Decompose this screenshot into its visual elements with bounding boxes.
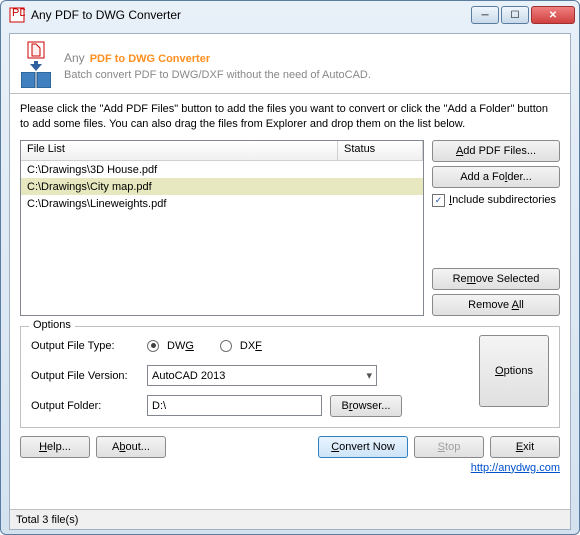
column-file[interactable]: File List	[21, 141, 338, 160]
file-list-item[interactable]: C:\Drawings\Lineweights.pdf	[21, 195, 423, 212]
radio-dxf[interactable]	[220, 340, 232, 352]
app-window: PDF Any PDF to DWG Converter ─ ☐ ✕ Any P…	[0, 0, 580, 535]
output-type-label: Output File Type:	[31, 340, 139, 352]
exit-button[interactable]: Exit	[490, 436, 560, 458]
options-group: Options Output File Type: DWG DXF Output…	[20, 326, 560, 428]
output-folder-input[interactable]: D:\	[147, 395, 322, 416]
options-legend: Options	[29, 319, 75, 331]
remove-selected-button[interactable]: Remove Selected	[432, 268, 560, 290]
output-folder-label: Output Folder:	[31, 400, 139, 412]
header-subtitle: Batch convert PDF to DWG/DXF without the…	[64, 69, 371, 81]
status-text: Total 3 file(s)	[16, 514, 78, 526]
radio-dwg[interactable]	[147, 340, 159, 352]
file-list[interactable]: File List Status C:\Drawings\3D House.pd…	[20, 140, 424, 316]
column-status[interactable]: Status	[338, 141, 423, 160]
convert-now-button[interactable]: Convert Now	[318, 436, 408, 458]
website-link[interactable]: http://anydwg.com	[20, 462, 560, 474]
radio-dwg-label[interactable]: DWG	[167, 340, 194, 352]
footer-buttons: Help... About... Convert Now Stop Exit	[20, 436, 560, 458]
close-button[interactable]: ✕	[531, 6, 575, 24]
help-button[interactable]: Help...	[20, 436, 90, 458]
app-icon: PDF	[9, 7, 25, 23]
minimize-button[interactable]: ─	[471, 6, 499, 24]
file-list-item[interactable]: C:\Drawings\3D House.pdf	[21, 161, 423, 178]
file-list-item[interactable]: C:\Drawings\City map.pdf	[21, 178, 423, 195]
instructions-text: Please click the "Add PDF Files" button …	[20, 102, 560, 132]
about-button[interactable]: About...	[96, 436, 166, 458]
header-title: Any PDF to DWG Converter	[64, 46, 371, 67]
maximize-button[interactable]: ☐	[501, 6, 529, 24]
browser-button[interactable]: Browser...	[330, 395, 402, 417]
window-title: Any PDF to DWG Converter	[31, 8, 471, 22]
radio-dxf-label[interactable]: DXF	[240, 340, 262, 352]
content-panel: Any PDF to DWG Converter Batch convert P…	[9, 33, 571, 530]
add-folder-button[interactable]: Add a Folder...	[432, 166, 560, 188]
titlebar: PDF Any PDF to DWG Converter ─ ☐ ✕	[1, 1, 579, 29]
header-banner: Any PDF to DWG Converter Batch convert P…	[10, 34, 570, 94]
include-subdirectories-checkbox[interactable]: ✓ Include subdirectories	[432, 194, 560, 207]
remove-all-button[interactable]: Remove All	[432, 294, 560, 316]
svg-text:PDF: PDF	[12, 7, 25, 19]
header-icons	[18, 40, 54, 88]
stop-button: Stop	[414, 436, 484, 458]
options-button[interactable]: Options	[479, 335, 549, 407]
file-list-header: File List Status	[21, 141, 423, 161]
check-icon: ✓	[432, 194, 445, 207]
status-bar: Total 3 file(s)	[10, 509, 570, 529]
output-version-label: Output File Version:	[31, 370, 139, 382]
output-version-select[interactable]: AutoCAD 2013	[147, 365, 377, 386]
add-pdf-files-button[interactable]: Add PDF Files...	[432, 140, 560, 162]
